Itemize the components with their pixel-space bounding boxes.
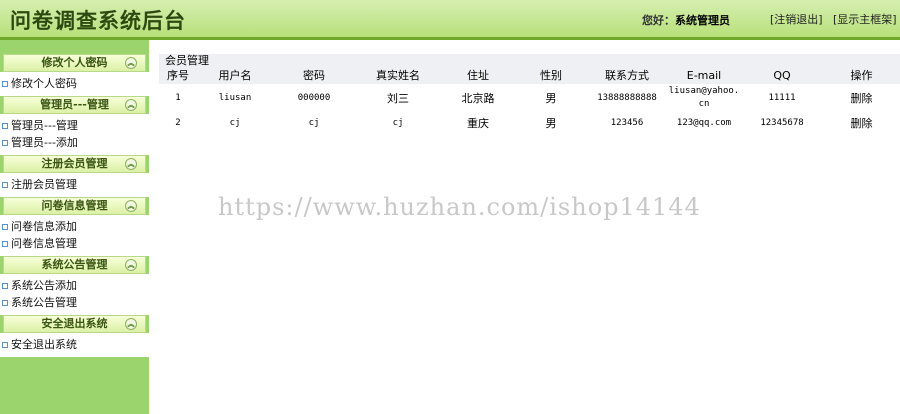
- table-row: 2 cj cj cj 重庆 男 123456 123@qq.com 123456…: [159, 112, 900, 134]
- bullet-icon: [2, 224, 8, 230]
- cell-realname: cj: [392, 118, 404, 128]
- group-title-label: 问卷信息管理: [41, 199, 108, 212]
- cell-gender: 男: [545, 92, 557, 105]
- collapse-icon[interactable]: ︽: [125, 259, 137, 271]
- bullet-icon: [2, 241, 8, 247]
- collapse-icon[interactable]: ︽: [125, 99, 137, 111]
- bullet-icon: [2, 342, 8, 348]
- sidebar-item-admin-add[interactable]: 管理员---添加: [0, 134, 149, 151]
- bullet-icon: [2, 300, 8, 306]
- cell-realname: 刘三: [387, 92, 409, 105]
- group-title-members[interactable]: 注册会员管理 ︽: [3, 155, 146, 173]
- group-items-members: 注册会员管理: [0, 173, 149, 197]
- column-header: 用户名: [197, 68, 273, 84]
- cell-phone: 13888888888: [597, 93, 657, 103]
- cell-username: liusan: [218, 93, 252, 103]
- cell-index: 2: [175, 118, 181, 128]
- show-frame-link[interactable]: [显示主框架]: [833, 11, 897, 27]
- cell-username: cj: [229, 118, 241, 128]
- column-header: 性别: [515, 68, 587, 84]
- column-header: E-mail: [667, 68, 741, 84]
- column-header: 真实姓名: [355, 68, 441, 84]
- column-header: 密码: [273, 68, 355, 84]
- greeting-user: 系统管理员: [675, 14, 730, 27]
- column-header: 联系方式: [587, 68, 667, 84]
- cell-index: 1: [175, 93, 181, 103]
- group-title-label: 系统公告管理: [41, 258, 108, 271]
- cell-qq: 12345678: [760, 118, 804, 128]
- cell-phone: 123456: [610, 118, 644, 128]
- group-title-label: 注册会员管理: [41, 157, 108, 170]
- collapse-icon[interactable]: ︽: [125, 158, 137, 170]
- bullet-icon: [2, 140, 8, 146]
- cell-qq: 11111: [768, 93, 796, 103]
- watermark: https://www.huzhan.com/ishop14144: [218, 193, 701, 221]
- sidebar: 修改个人密码 ︽ 修改个人密码 管理员---管理 ︽ 管理员---管理 管理员---…: [0, 40, 149, 414]
- group-title-label: 管理员---管理: [40, 98, 109, 111]
- cell-email: liusan@yahoo.cn: [668, 86, 740, 109]
- greeting-label: 您好：: [642, 14, 675, 27]
- sidebar-item-logout[interactable]: 安全退出系统: [0, 336, 149, 353]
- cell-password: 000000: [297, 93, 331, 103]
- logout-link[interactable]: [注销退出]: [770, 11, 823, 27]
- delete-link[interactable]: 删除: [823, 112, 900, 134]
- bullet-icon: [2, 123, 8, 129]
- collapse-icon[interactable]: ︽: [125, 200, 137, 212]
- delete-link[interactable]: 删除: [823, 84, 900, 112]
- group-items-password: 修改个人密码: [0, 72, 149, 96]
- sidebar-item-survey-add[interactable]: 问卷信息添加: [0, 218, 149, 235]
- greeting: 您好：系统管理员: [642, 12, 730, 28]
- sidebar-item-notice-add[interactable]: 系统公告添加: [0, 277, 149, 294]
- collapse-icon[interactable]: ︽: [125, 318, 137, 330]
- group-items-admin: 管理员---管理 管理员---添加: [0, 114, 149, 155]
- members-table: 序号 用户名 密码 真实姓名 住址 性别 联系方式 E-mail QQ 操作 1…: [159, 68, 900, 134]
- group-title-logout[interactable]: 安全退出系统 ︽: [3, 315, 146, 333]
- group-title-label: 安全退出系统: [41, 317, 108, 330]
- app-title: 问卷调查系统后台: [10, 8, 186, 33]
- group-items-survey: 问卷信息添加 问卷信息管理: [0, 215, 149, 256]
- top-header: 问卷调查系统后台 您好：系统管理员 [注销退出] [显示主框架]: [0, 0, 900, 40]
- table-header-row: 序号 用户名 密码 真实姓名 住址 性别 联系方式 E-mail QQ 操作: [159, 68, 900, 84]
- bullet-icon: [2, 182, 8, 188]
- cell-gender: 男: [545, 117, 557, 130]
- column-header: 序号: [159, 68, 197, 84]
- cell-password: cj: [308, 118, 320, 128]
- sidebar-item-member-manage[interactable]: 注册会员管理: [0, 176, 149, 193]
- cell-address: 重庆: [467, 117, 489, 130]
- column-header: 住址: [441, 68, 515, 84]
- column-header: QQ: [741, 68, 823, 84]
- group-title-label: 修改个人密码: [41, 56, 108, 69]
- sidebar-item-notice-manage[interactable]: 系统公告管理: [0, 294, 149, 311]
- sidebar-item-change-password[interactable]: 修改个人密码: [0, 75, 149, 92]
- collapse-icon[interactable]: ︽: [125, 57, 137, 69]
- main-content: 会员管理 序号 用户名 密码 真实姓名 住址 性别 联系方式 E-mail QQ…: [159, 54, 900, 134]
- column-header: 操作: [823, 68, 900, 84]
- table-row: 1 liusan 000000 刘三 北京路 男 13888888888 liu…: [159, 84, 900, 112]
- group-items-notice: 系统公告添加 系统公告管理: [0, 274, 149, 315]
- group-title-password[interactable]: 修改个人密码 ︽: [3, 54, 146, 72]
- group-title-notice[interactable]: 系统公告管理 ︽: [3, 256, 146, 274]
- bullet-icon: [2, 81, 8, 87]
- sidebar-item-admin-manage[interactable]: 管理员---管理: [0, 117, 149, 134]
- sidebar-item-survey-manage[interactable]: 问卷信息管理: [0, 235, 149, 252]
- bullet-icon: [2, 283, 8, 289]
- group-items-logout: 安全退出系统: [0, 333, 149, 357]
- group-title-admin[interactable]: 管理员---管理 ︽: [3, 96, 146, 114]
- section-title: 会员管理: [159, 54, 900, 68]
- cell-address: 北京路: [461, 92, 495, 105]
- cell-email: 123@qq.com: [676, 118, 732, 128]
- group-title-survey[interactable]: 问卷信息管理 ︽: [3, 197, 146, 215]
